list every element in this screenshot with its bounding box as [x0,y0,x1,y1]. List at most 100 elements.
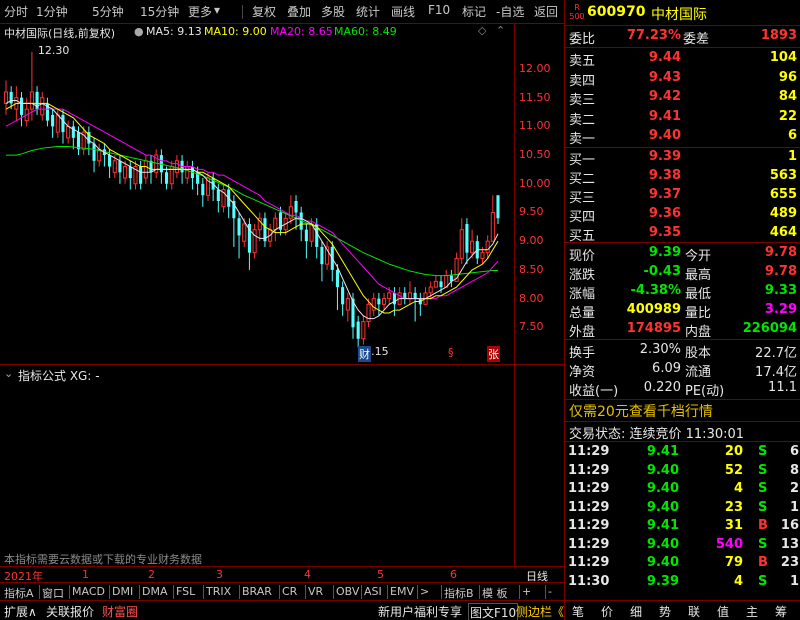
candle-body[interactable] [480,252,485,259]
indicator-dropdown-icon[interactable]: ⌄ [4,367,13,380]
adjust-button[interactable]: 复权 [252,3,276,20]
candle-body[interactable] [465,223,469,253]
tab-timeshare[interactable]: 分时 [4,3,28,20]
indicator-tab[interactable]: 指标A [4,585,34,601]
panel-tab[interactable]: 价 [601,603,613,620]
collapse-icon[interactable]: ⌃ [496,24,505,37]
candle-body[interactable] [345,298,350,311]
candle-body[interactable] [377,298,381,305]
ask-row[interactable]: 卖五 9.44 104 [565,49,800,69]
indicator-tab[interactable]: VR [308,585,323,598]
candle-body[interactable] [361,321,366,340]
bid-row[interactable]: 买三 9.37 655 [565,186,800,206]
panel-tab[interactable]: 主 [746,603,758,620]
ask-row[interactable]: 卖二 9.41 22 [565,108,800,128]
candle-body[interactable] [382,298,387,305]
candle-body[interactable] [128,166,132,179]
bid-row[interactable]: 买五 9.35 464 [565,224,800,244]
candle-body[interactable] [76,132,81,150]
candle-body[interactable] [66,125,71,139]
legend-dropdown-icon[interactable]: ● [134,25,144,38]
indicator-tab[interactable]: - [548,585,552,598]
draw-line-button[interactable]: 画线 [391,3,415,20]
multi-stock-button[interactable]: 多股 [321,3,345,20]
candle-body[interactable] [273,217,278,231]
indicator-tab[interactable]: DMA [142,585,168,598]
ask-row[interactable]: 卖三 9.42 84 [565,88,800,108]
panel-tab[interactable]: 联 [688,603,700,620]
indicator-tab[interactable]: 模 板 [482,585,508,601]
candle-body[interactable] [387,292,392,300]
indicator-tab[interactable]: 指标B [444,585,474,601]
related-quotes-button[interactable]: 关联报价 [46,603,94,620]
candle-body[interactable] [490,211,495,242]
panel-tab[interactable]: 细 [630,603,642,620]
promo-link[interactable]: 仅需20元查看千档行情 [569,401,713,421]
candle-body[interactable] [174,160,179,173]
indicator-tab[interactable]: DMI [112,585,133,598]
candle-body[interactable] [19,97,24,115]
panel-tab[interactable]: 筹 [775,603,787,620]
indicator-tab[interactable]: CR [282,585,297,598]
indicator-tab[interactable]: TRIX [206,585,231,598]
panel-tab[interactable]: 笔 [572,603,584,620]
overlay-button[interactable]: 叠加 [287,3,311,20]
candle-body[interactable] [407,292,413,300]
kline-chart[interactable] [0,40,514,362]
candle-body[interactable] [112,160,117,173]
candle-body[interactable] [139,166,143,184]
candle-body[interactable] [496,195,500,219]
ask-row[interactable]: 卖四 9.43 96 [565,69,800,89]
candle-body[interactable] [335,269,340,288]
candle-body[interactable] [459,229,464,259]
candle-body[interactable] [470,240,475,254]
back-button[interactable]: 返回 [534,3,558,20]
candle-body[interactable] [201,183,205,196]
candle-body[interactable] [185,166,190,179]
candle-body[interactable] [123,166,128,179]
wealth-circle-button[interactable]: 财富圈 [102,603,138,620]
candle-body[interactable] [40,97,45,116]
indicator-tab[interactable]: + [522,585,531,598]
f10-graphic-button[interactable]: 图文F10 [468,603,519,620]
candle-body[interactable] [55,114,60,133]
sidebar-toggle[interactable]: 侧边栏《 [516,603,564,620]
candle-body[interactable] [304,229,308,242]
indicator-tab[interactable]: EMV [390,585,414,598]
candle-body[interactable] [29,91,34,110]
candle-body[interactable] [118,160,122,173]
candle-body[interactable] [237,218,241,236]
indicator-tab[interactable]: > [420,585,429,598]
candle-body[interactable] [92,143,96,161]
candle-body[interactable] [485,240,490,254]
stats-button[interactable]: 统计 [356,3,380,20]
tab-1min[interactable]: 1分钟 [36,3,68,20]
event-marker[interactable]: § [448,346,454,359]
bid-row[interactable]: 买二 9.38 563 [565,167,800,187]
candle-body[interactable] [428,286,433,294]
candle-body[interactable] [439,281,443,288]
candle-body[interactable] [3,91,9,104]
tab-5min[interactable]: 5分钟 [92,3,124,20]
indicator-tab[interactable]: MACD [72,585,105,598]
candle-body[interactable] [108,155,112,167]
candle-body[interactable] [320,246,324,265]
indicator-tab[interactable]: 窗口 [42,585,64,601]
panel-tab[interactable]: 势 [659,603,671,620]
candle-body[interactable] [242,223,247,242]
tab-15min[interactable]: 15分钟 [140,3,179,20]
candle-body[interactable] [356,321,360,339]
candle-body[interactable] [294,201,298,213]
add-watchlist-button[interactable]: -自选 [496,3,524,20]
candle-body[interactable] [413,292,417,299]
indicator-tab[interactable]: OBV [336,585,359,598]
expand-button[interactable]: 扩展∧ [4,603,37,620]
indicator-tab[interactable]: FSL [176,585,195,598]
indicator-pane[interactable]: ⌄ 指标公式 XG: - 本指标需要云数据或下载的专业财务数据 [0,364,514,566]
candle-body[interactable] [252,229,257,254]
f10-button[interactable]: F10 [428,3,450,17]
diamond-icon[interactable]: ◇ [478,24,486,37]
more-chevron-icon[interactable]: ▾ [214,3,220,17]
indicator-tab[interactable]: ASI [364,585,382,598]
candle-body[interactable] [216,189,220,201]
